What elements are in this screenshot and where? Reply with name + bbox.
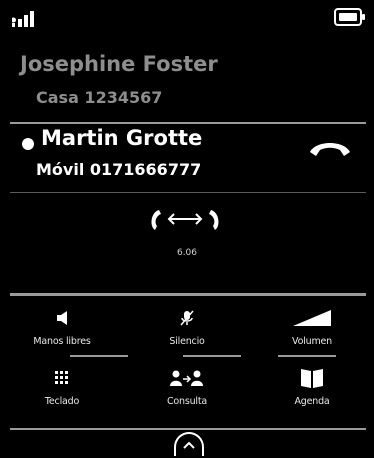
active-call-number: Móvil 0171666777 (36, 160, 202, 179)
speaker-icon (57, 311, 67, 325)
divider (10, 428, 366, 430)
button-underline (278, 355, 336, 357)
consult-icon (170, 370, 203, 386)
keypad-label: Teclado (44, 396, 80, 407)
button-underline (183, 355, 241, 357)
phonebook-label: Agenda (294, 396, 330, 407)
volume-label: Volumen (292, 336, 332, 347)
consult-button[interactable]: Consulta (125, 366, 249, 414)
divider (10, 293, 366, 296)
mute-label: Silencio (169, 336, 205, 347)
signal-icon (12, 11, 34, 27)
battery-icon (334, 8, 365, 26)
mute-icon (180, 310, 194, 326)
divider (10, 192, 366, 193)
active-indicator (22, 138, 34, 150)
active-call-name: Martin Grotte (41, 126, 203, 150)
chevron-up-icon (183, 441, 195, 449)
held-call-number: Casa 1234567 (36, 88, 163, 107)
held-call-name: Josephine Foster (20, 52, 218, 76)
speaker-button[interactable]: Manos libres (0, 306, 124, 354)
active-call[interactable]: Martin Grotte Móvil 0171666777 (0, 122, 374, 192)
expand-button[interactable] (174, 432, 204, 456)
mute-button[interactable]: Silencio (125, 306, 249, 354)
volume-button[interactable]: Volumen (250, 306, 374, 354)
held-call[interactable]: Josephine Foster Casa 1234567 (0, 38, 374, 118)
speaker-label: Manos libres (33, 336, 91, 347)
call-transfer-icon (151, 210, 219, 230)
keypad-button[interactable]: Teclado (0, 366, 124, 414)
status-bar (0, 0, 374, 38)
keypad-icon (55, 371, 68, 384)
end-call-icon[interactable] (308, 138, 352, 158)
consult-label: Consulta (166, 396, 208, 407)
phonebook-button[interactable]: Agenda (250, 366, 374, 414)
button-underline (70, 355, 128, 357)
volume-icon (293, 310, 331, 326)
connection-panel: 6.06 (0, 196, 374, 288)
phonebook-icon (301, 369, 323, 388)
call-timer: 6.06 (176, 248, 198, 258)
